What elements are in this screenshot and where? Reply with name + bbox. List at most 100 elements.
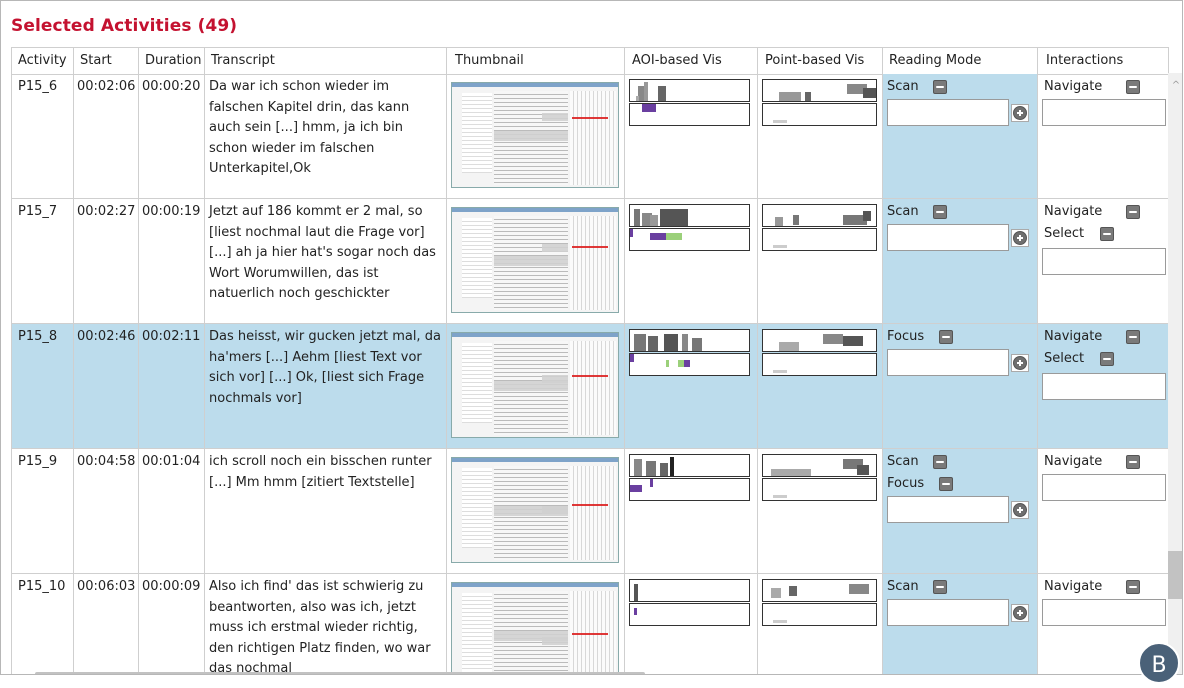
aoi-category-timeline <box>629 353 750 376</box>
vertical-scrollbar-thumb[interactable] <box>1168 551 1182 599</box>
add-mode-input[interactable] <box>887 99 1009 126</box>
start-time: 00:02:27 <box>77 204 136 219</box>
column-header-thumbnail[interactable]: Thumbnail <box>447 48 625 74</box>
remove-mode-icon[interactable] <box>933 205 947 219</box>
add-interaction-input[interactable] <box>1042 373 1166 400</box>
transcript-text: Da war ich schon wieder im falschen Kapi… <box>209 79 410 176</box>
remove-interaction-icon[interactable] <box>1126 80 1140 94</box>
column-header-point-vis[interactable]: Point-based Vis <box>758 48 883 74</box>
screenshot-thumbnail[interactable] <box>451 82 619 188</box>
aoi-vis-cell <box>625 324 758 448</box>
reading-mode-tag: Scan <box>887 579 919 594</box>
screenshot-thumbnail[interactable] <box>451 207 619 313</box>
activity-cell: P15_10 <box>12 574 74 674</box>
interaction-tag: Navigate <box>1044 579 1103 594</box>
horizontal-scrollbar-thumb[interactable] <box>35 672 645 674</box>
plus-icon[interactable] <box>1013 356 1027 370</box>
add-mode-input[interactable] <box>887 599 1009 626</box>
start-time: 00:04:58 <box>77 454 136 469</box>
add-mode-input[interactable] <box>887 349 1009 376</box>
duration-value: 00:02:11 <box>142 329 201 344</box>
add-mode-input[interactable] <box>887 496 1009 523</box>
activities-table: Activity Start Duration Transcript Thumb… <box>11 47 1169 674</box>
column-header-aoi-vis[interactable]: AOI-based Vis <box>625 48 758 74</box>
point-vis-cell <box>758 449 883 573</box>
transcript-cell: Das heisst, wir gucken jetzt mal, da ha'… <box>205 324 447 448</box>
activity-cell: P15_9 <box>12 449 74 573</box>
start-time: 00:06:03 <box>77 579 136 594</box>
interactions-cell: Navigate <box>1038 449 1169 573</box>
column-header-activity[interactable]: Activity <box>12 48 74 74</box>
activity-cell: P15_7 <box>12 199 74 323</box>
add-interaction-input[interactable] <box>1042 474 1166 501</box>
screenshot-thumbnail[interactable] <box>451 332 619 438</box>
reading-mode-tag: Scan <box>887 79 919 94</box>
screenshot-thumbnail[interactable] <box>451 457 619 563</box>
interactions-cell: Navigate Select <box>1038 324 1169 448</box>
duration-cell: 00:00:19 <box>139 199 205 323</box>
table-row[interactable]: P15_7 00:02:27 00:00:19 Jetzt auf 186 kommt… <box>12 199 1169 324</box>
reading-mode-tag: Scan <box>887 204 919 219</box>
remove-interaction-icon[interactable] <box>1126 330 1140 344</box>
duration-value: 00:01:04 <box>142 454 201 469</box>
start-time: 00:02:06 <box>77 79 136 94</box>
aoi-timeline <box>629 204 750 227</box>
reading-mode-tag: Focus <box>887 476 925 491</box>
point-detail-timeline <box>762 228 877 251</box>
column-header-start[interactable]: Start <box>74 48 139 74</box>
column-header-duration[interactable]: Duration <box>139 48 205 74</box>
plus-icon[interactable] <box>1013 231 1027 245</box>
reading-mode-cell: Scan <box>883 574 1038 674</box>
panel-title: Selected Activities (49) <box>11 16 238 36</box>
vertical-scrollbar[interactable]: ^ <box>1168 73 1182 674</box>
remove-interaction-icon[interactable] <box>1100 352 1114 366</box>
aoi-category-timeline <box>629 228 750 251</box>
point-timeline <box>762 329 877 352</box>
table-row[interactable]: P15_6 00:02:06 00:00:20 Da war ich schon wi… <box>12 74 1169 199</box>
scroll-up-icon[interactable]: ^ <box>1171 81 1181 91</box>
remove-mode-icon[interactable] <box>939 477 953 491</box>
aoi-category-timeline <box>629 478 750 501</box>
interactions-cell: Navigate Select <box>1038 199 1169 323</box>
transcript-text: Das heisst, wir gucken jetzt mal, da ha'… <box>209 329 441 406</box>
thumbnail-cell <box>447 199 625 323</box>
reading-mode-tag: Scan <box>887 454 919 469</box>
column-header-interactions[interactable]: Interactions <box>1038 48 1169 74</box>
table-row[interactable]: P15_9 00:04:58 00:01:04 ich scroll noch ein… <box>12 449 1169 574</box>
plus-icon[interactable] <box>1013 606 1027 620</box>
column-header-reading-mode[interactable]: Reading Mode <box>883 48 1038 74</box>
remove-mode-icon[interactable] <box>939 330 953 344</box>
remove-interaction-icon[interactable] <box>1100 227 1114 241</box>
transcript-text: ich scroll noch ein bisschen runter [...… <box>209 454 432 490</box>
aoi-vis-cell <box>625 199 758 323</box>
add-mode-input[interactable] <box>887 224 1009 251</box>
remove-mode-icon[interactable] <box>933 455 947 469</box>
add-interaction-input[interactable] <box>1042 599 1166 626</box>
activity-id: P15_8 <box>18 329 58 344</box>
reading-mode-cell: Scan <box>883 74 1038 198</box>
plus-icon[interactable] <box>1013 106 1027 120</box>
start-cell: 00:06:03 <box>74 574 139 674</box>
remove-interaction-icon[interactable] <box>1126 455 1140 469</box>
remove-mode-icon[interactable] <box>933 580 947 594</box>
interaction-tag: Navigate <box>1044 204 1103 219</box>
transcript-cell: Da war ich schon wieder im falschen Kapi… <box>205 74 447 198</box>
plus-icon[interactable] <box>1013 503 1027 517</box>
activity-id: P15_6 <box>18 79 58 94</box>
remove-interaction-icon[interactable] <box>1126 205 1140 219</box>
interactions-cell: Navigate <box>1038 74 1169 198</box>
table-row[interactable]: P15_10 00:06:03 00:00:09 Also ich find' das… <box>12 574 1169 674</box>
point-detail-timeline <box>762 603 877 626</box>
add-interaction-input[interactable] <box>1042 99 1166 126</box>
start-cell: 00:02:06 <box>74 74 139 198</box>
table-row[interactable]: P15_8 00:02:46 00:02:11 Das heisst, wir guc… <box>12 324 1169 449</box>
point-timeline <box>762 454 877 477</box>
add-interaction-input[interactable] <box>1042 248 1166 275</box>
activity-id: P15_7 <box>18 204 58 219</box>
remove-interaction-icon[interactable] <box>1126 580 1140 594</box>
duration-cell: 00:00:09 <box>139 574 205 674</box>
remove-mode-icon[interactable] <box>933 80 947 94</box>
panel-badge: B <box>1138 642 1180 684</box>
column-header-transcript[interactable]: Transcript <box>205 48 447 74</box>
screenshot-thumbnail[interactable] <box>451 582 619 674</box>
